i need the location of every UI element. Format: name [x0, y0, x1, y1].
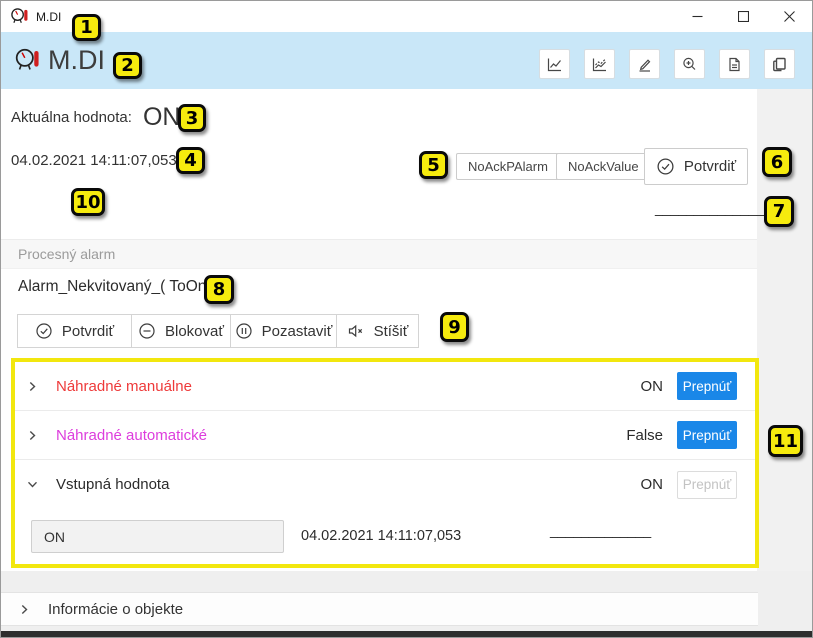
process-alarm-section-header: Procesný alarm: [1, 239, 757, 269]
callout-1: 1: [72, 14, 101, 41]
close-button[interactable]: [766, 1, 812, 32]
object-info-label: Informácie o objekte: [48, 601, 183, 618]
process-alarm-section-title: Procesný alarm: [18, 246, 115, 262]
status-flag-noackpalarm: NoAckPAlarm: [456, 153, 560, 180]
multi-trend-chart-button[interactable]: [584, 49, 615, 79]
input-value: ON: [641, 476, 664, 493]
caption-buttons: [674, 1, 812, 32]
input-value-placeholder: _____________: [550, 522, 651, 538]
input-value-timestamp: 04.02.2021 14:11:07,053: [301, 528, 461, 544]
empty-value-placeholder: ______________: [655, 200, 764, 216]
alarm-acknowledge-button[interactable]: Potvrdiť: [17, 314, 132, 348]
chevron-right-icon[interactable]: [25, 428, 40, 443]
callout-4: 4: [176, 147, 205, 174]
chevron-right-icon[interactable]: [25, 379, 40, 394]
alarm-state-text: Alarm_Nekvitovaný_( ToOn ): [18, 278, 216, 296]
edit-icon-button[interactable]: [629, 49, 660, 79]
callout-8: 8: [204, 275, 234, 304]
value-timestamp: 04.02.2021 14:11:07,053: [11, 152, 177, 169]
current-value-label: Aktuálna hodnota:: [11, 109, 132, 126]
measured-point-icon-large: [14, 47, 41, 74]
alarm-block-label: Blokovať: [165, 323, 224, 340]
input-value-label: Vstupná hodnota: [56, 476, 169, 493]
alarm-action-buttons: Potvrdiť Blokovať Pozastaviť Stíšiť: [17, 314, 419, 348]
copy-button[interactable]: [764, 49, 795, 79]
alarm-mute-button[interactable]: Stíšiť: [336, 314, 419, 348]
callout-2: 2: [113, 52, 142, 79]
auto-substitute-row[interactable]: Náhradné automatické False Prepnúť: [15, 411, 755, 460]
acknowledge-button[interactable]: Potvrdiť: [644, 148, 748, 185]
object-name-title: M.DI: [48, 45, 105, 76]
object-info-expander[interactable]: Informácie o objekte: [1, 592, 758, 626]
trend-chart-button[interactable]: [539, 49, 570, 79]
input-toggle-button-disabled: Prepnúť: [677, 471, 737, 499]
header-toolbar: [539, 49, 795, 79]
manual-substitute-row[interactable]: Náhradné manuálne ON Prepnúť: [15, 362, 755, 411]
acknowledge-button-label: Potvrdiť: [684, 158, 736, 175]
input-value-row[interactable]: Vstupná hodnota ON Prepnúť: [15, 460, 755, 509]
manual-toggle-button[interactable]: Prepnúť: [677, 372, 737, 400]
auto-substitute-label: Náhradné automatické: [56, 427, 207, 444]
alarm-block-button[interactable]: Blokovať: [131, 314, 231, 348]
window-title: M.DI: [36, 10, 61, 24]
auto-toggle-button[interactable]: Prepnúť: [677, 421, 737, 449]
input-value-field[interactable]: [31, 520, 284, 553]
current-value-row: Aktuálna hodnota: ON: [11, 101, 180, 133]
alarm-pause-button[interactable]: Pozastaviť: [230, 314, 337, 348]
zoom-in-button[interactable]: [674, 49, 705, 79]
window-bottom-edge: [1, 631, 812, 637]
minimize-button[interactable]: [674, 1, 720, 32]
callout-9: 9: [440, 312, 469, 342]
alarm-pause-label: Pozastaviť: [262, 323, 333, 340]
manual-substitute-label: Náhradné manuálne: [56, 378, 192, 395]
alarm-mute-label: Stíšiť: [374, 323, 409, 340]
measured-point-icon: [10, 7, 29, 26]
object-dialog-window: M.DI M.DI: [0, 0, 813, 638]
maximize-button[interactable]: [720, 1, 766, 32]
manual-substitute-value: ON: [641, 378, 664, 395]
title-bar: M.DI: [1, 1, 812, 32]
alarm-acknowledge-label: Potvrdiť: [62, 323, 114, 340]
document-button[interactable]: [719, 49, 750, 79]
callout-5: 5: [419, 151, 448, 179]
callout-3: 3: [178, 104, 206, 132]
chevron-right-icon[interactable]: [17, 602, 32, 617]
auto-substitute-value: False: [626, 427, 663, 444]
chevron-down-icon[interactable]: [25, 477, 40, 492]
callout-7: 7: [764, 196, 794, 227]
status-flag-noackvalue: NoAckValue: [556, 153, 651, 180]
current-value: ON: [143, 103, 181, 132]
callout-10: 10: [71, 188, 105, 216]
value-rows-highlight-box: Náhradné manuálne ON Prepnúť Náhradné au…: [11, 358, 759, 568]
callout-6: 6: [762, 147, 792, 177]
callout-11: 11: [768, 425, 803, 457]
